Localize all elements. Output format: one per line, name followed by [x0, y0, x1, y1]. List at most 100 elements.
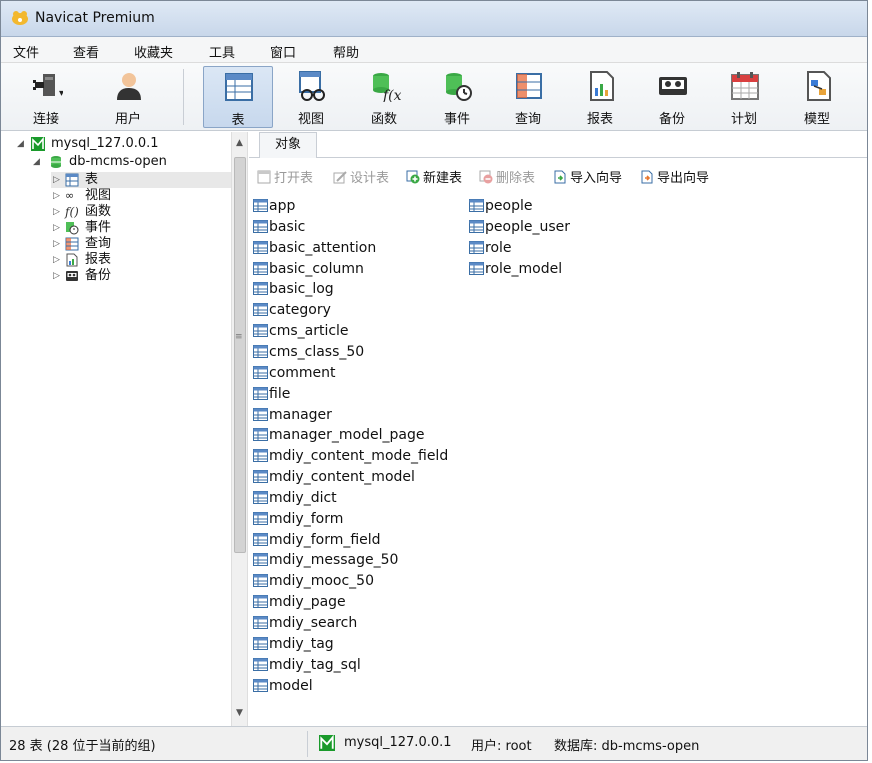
tree-item-functions[interactable]: ▷ f() 函数: [51, 204, 231, 220]
tree-item-tables[interactable]: ▷ 表: [51, 172, 231, 188]
menu-favorites[interactable]: 收藏夹: [134, 42, 173, 61]
table-icon: [253, 678, 268, 692]
query-button[interactable]: 查询: [499, 66, 557, 128]
collapsed-arrow-icon[interactable]: ▷: [53, 236, 60, 252]
table-name: mdiy_form_field: [269, 531, 381, 548]
table-name: basic_column: [269, 260, 364, 277]
delete-table-button[interactable]: 删除表: [479, 170, 535, 188]
expanded-arrow-icon[interactable]: ◢: [17, 136, 24, 152]
backup-tape-icon: [659, 77, 687, 95]
menu-file[interactable]: 文件: [13, 42, 39, 61]
table-name: basic_attention: [269, 239, 377, 256]
table-name: mdiy_content_model: [269, 469, 415, 486]
view-glasses-icon: [299, 71, 325, 101]
tree-item-label: 表: [85, 172, 99, 187]
table-icon: [253, 636, 268, 650]
table-icon: [469, 199, 484, 212]
table-icon: [253, 470, 268, 484]
scroll-up-arrow-icon[interactable]: ▲: [236, 138, 243, 148]
user-button[interactable]: 用户: [99, 66, 157, 128]
object-tab-bar: 对象: [249, 132, 867, 158]
tree-item-queries[interactable]: ▷ 查询: [51, 236, 231, 252]
collapsed-arrow-icon[interactable]: ▷: [53, 220, 60, 236]
user-label: 用户: [114, 112, 141, 127]
collapsed-arrow-icon[interactable]: ▷: [53, 204, 60, 220]
table-name: manager_model_page: [269, 427, 425, 444]
connect-button[interactable]: ▾ 连接: [17, 66, 75, 128]
menu-tools[interactable]: 工具: [209, 42, 235, 61]
table-name: cms_class_50: [269, 343, 365, 360]
model-label: 模型: [803, 112, 830, 127]
report-icon: [66, 253, 78, 267]
table-icon: [253, 199, 268, 212]
view-label: 视图: [297, 112, 324, 127]
collapsed-arrow-icon[interactable]: ▷: [53, 172, 60, 188]
open-table-label: 打开表: [274, 171, 314, 186]
menu-view[interactable]: 查看: [73, 42, 99, 61]
backup-button[interactable]: 备份: [643, 66, 701, 128]
import-wizard-button[interactable]: 导入向导: [553, 170, 622, 188]
tree-item-backups[interactable]: ▷ 备份: [51, 268, 231, 284]
menu-help[interactable]: 帮助: [333, 42, 359, 61]
tree-item-label: 视图: [85, 188, 112, 203]
tree-item-label: 函数: [85, 204, 112, 219]
open-table-button[interactable]: 打开表: [257, 170, 313, 188]
new-table-button[interactable]: 新建表: [406, 170, 462, 188]
design-table-button[interactable]: 设计表: [333, 170, 389, 188]
tree-item-label: 事件: [85, 220, 112, 235]
tree-item-events[interactable]: ▷ 事件: [51, 220, 231, 236]
table-icon: [469, 261, 484, 275]
delete-table-icon: [479, 170, 493, 184]
collapsed-arrow-icon[interactable]: ▷: [53, 188, 60, 204]
query-label: 查询: [514, 112, 541, 127]
table-icon: [253, 365, 268, 379]
scrollbar-thumb[interactable]: [234, 157, 246, 553]
expanded-arrow-icon[interactable]: ◢: [33, 154, 40, 170]
export-icon: [641, 170, 653, 184]
table-name: cms_article: [269, 323, 349, 340]
import-icon: [554, 170, 566, 184]
nav-scrollbar[interactable]: ▲ ≡ ▼: [231, 132, 248, 726]
function-icon: f(): [65, 205, 79, 219]
tab-objects[interactable]: 对象: [259, 132, 317, 158]
tree-database[interactable]: ◢ db-mcms-open: [1, 154, 231, 170]
table-icon: [253, 303, 268, 317]
event-button[interactable]: 事件: [428, 66, 486, 128]
event-label: 事件: [443, 112, 470, 127]
report-button[interactable]: 报表: [571, 66, 629, 128]
plug-icon: ▾: [33, 74, 63, 99]
report-icon: [590, 71, 614, 101]
table-icon: [253, 261, 268, 275]
view-button[interactable]: 视图: [282, 66, 340, 128]
table-icon: [253, 449, 268, 463]
new-table-label: 新建表: [423, 171, 463, 186]
function-button[interactable]: f(x) 函数: [355, 66, 413, 128]
connect-label: 连接: [32, 112, 59, 127]
menu-window[interactable]: 窗口: [270, 42, 296, 61]
table-name: file: [269, 385, 291, 402]
schedule-button[interactable]: 计划: [715, 66, 773, 128]
collapsed-arrow-icon[interactable]: ▷: [53, 268, 60, 284]
collapsed-arrow-icon[interactable]: ▷: [53, 252, 60, 268]
table-button[interactable]: 表: [203, 66, 273, 128]
tree-item-views[interactable]: ▷ ∞ 视图: [51, 188, 231, 204]
table-icon: [253, 240, 268, 254]
scroll-down-arrow-icon[interactable]: ▼: [236, 708, 243, 718]
design-table-label: 设计表: [350, 171, 390, 186]
export-wizard-button[interactable]: 导出向导: [640, 170, 709, 188]
status-user: 用户: root: [471, 739, 532, 754]
database-icon: [51, 156, 61, 168]
table-name: people_user: [485, 218, 570, 235]
query-icon: [65, 237, 79, 251]
table-icon: [253, 657, 268, 671]
toolbar-divider: [183, 69, 184, 125]
status-bar: 28 表 (28 位于当前的组) mysql_127.0.0.1 用户: roo…: [1, 726, 867, 760]
tree-item-reports[interactable]: ▷ 报表: [51, 252, 231, 268]
table-icon: [253, 407, 268, 421]
table-name: mdiy_mooc_50: [269, 573, 374, 590]
tree-connection[interactable]: ◢ mysql_127.0.0.1: [1, 136, 231, 152]
table-name: role: [485, 239, 512, 256]
tree-item-label: 备份: [85, 268, 112, 283]
table-name: basic_log: [269, 281, 334, 298]
model-button[interactable]: 模型: [788, 66, 846, 128]
